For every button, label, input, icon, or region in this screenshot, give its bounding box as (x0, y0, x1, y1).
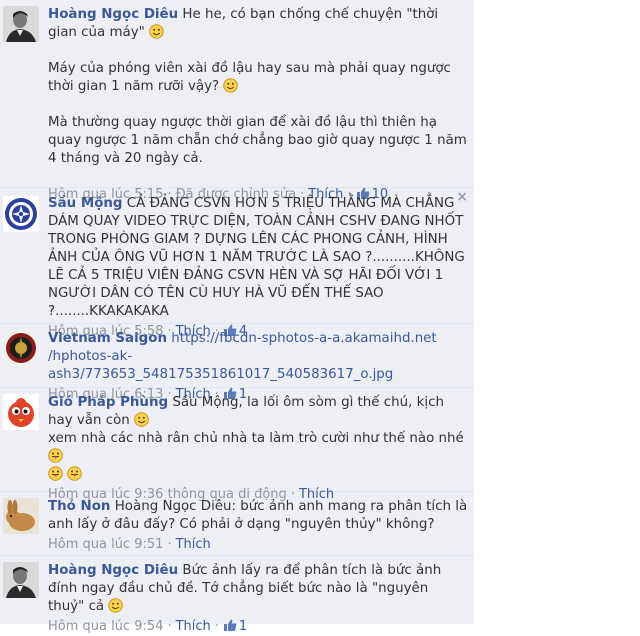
avatar[interactable] (3, 196, 39, 232)
comment-author[interactable]: Hoàng Ngọc Diêu (48, 7, 178, 22)
comment-author[interactable]: Thỏ Non (48, 499, 110, 514)
timestamp[interactable]: Hôm qua lúc 9:54 (48, 619, 163, 634)
timestamp[interactable]: Hôm qua lúc 9:51 (48, 537, 163, 552)
avatar[interactable] (3, 498, 39, 534)
like-button[interactable]: Thích (176, 619, 211, 634)
comment-item: Hoàng Ngọc Diêu Bức ảnh lấy ra để phân t… (0, 556, 474, 634)
comment-item: Hoàng Ngọc Diêu He he, có bạn chống chế … (0, 0, 474, 202)
comment-text: Hoàng Ngọc Diêu: bức ảnh anh mang ra phâ… (48, 499, 468, 532)
comment-item: Vietnam Saigon https://fbcdn-sphotos-a-a… (0, 324, 474, 402)
comment-meta: Hôm qua lúc 9:51 · Thích (48, 537, 211, 552)
avatar[interactable] (3, 330, 39, 366)
close-icon[interactable]: × (456, 189, 468, 205)
comment-item: Sầu Mộng CẢ ĐẢNG CSVN HƠN 5 TRIỆU THẰNG … (0, 188, 474, 339)
comment-author[interactable]: Vietnam Saigon (48, 331, 167, 346)
smiley-icon (108, 598, 124, 613)
avatar[interactable] (3, 394, 39, 430)
smiley-icon (149, 24, 164, 39)
comment-text: Mà thường quay ngược thời gian để xài đồ… (48, 115, 467, 166)
comment-feed: Hoàng Ngọc Diêu He he, có bạn chống chế … (0, 0, 474, 634)
comment-item: Gió Pháp Phùng Sầu Mộng, la lối ôm sòm g… (0, 388, 474, 502)
like-button[interactable]: Thích (176, 537, 211, 552)
thumbs-up-icon (223, 619, 237, 631)
avatar[interactable] (3, 562, 39, 598)
tongue-smiley-icon (67, 466, 83, 481)
comment-author[interactable]: Gió Pháp Phùng (48, 395, 168, 410)
tongue-smiley-icon (48, 448, 63, 463)
comment-author[interactable]: Hoàng Ngọc Diêu (48, 563, 178, 578)
comment-author[interactable]: Sầu Mộng (48, 196, 123, 211)
comment-text: CẢ ĐẢNG CSVN HƠN 5 TRIỆU THẰNG MÀ CHẲNG … (48, 196, 465, 319)
like-count[interactable]: 1 (223, 619, 247, 634)
comment-meta: Hôm qua lúc 9:54 · Thích · 1 (48, 619, 248, 634)
comment-item: Thỏ Non Hoàng Ngọc Diêu: bức ảnh anh man… (0, 492, 474, 556)
comment-text: Máy của phóng viên xài đồ lậu hay sau mà… (48, 61, 451, 94)
comment-text: xem nhà các nhà rân chủ nhà ta làm trò c… (48, 431, 464, 446)
tongue-smiley-icon (48, 466, 63, 481)
avatar[interactable] (3, 6, 39, 42)
smiley-icon (134, 412, 149, 427)
smiley-icon (223, 78, 239, 93)
